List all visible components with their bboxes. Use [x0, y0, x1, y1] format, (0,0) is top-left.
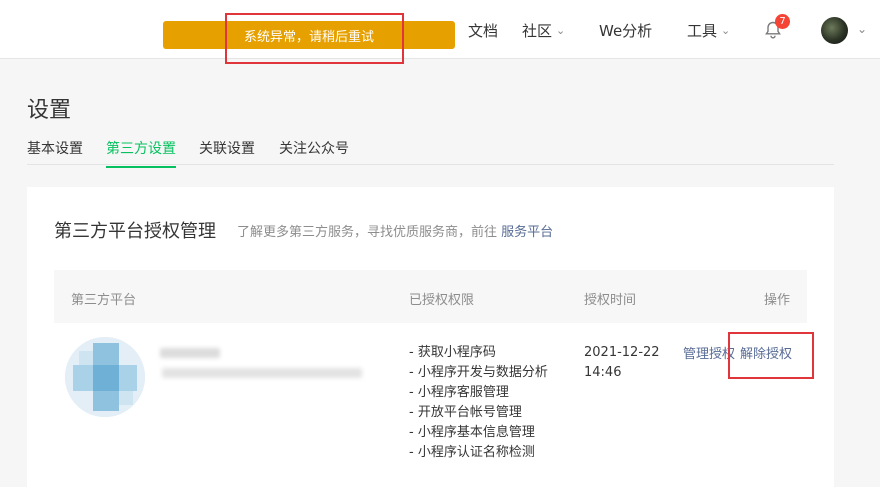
nav-docs-label: 文档	[468, 22, 499, 40]
nav-we-analysis[interactable]: We分析	[599, 20, 652, 41]
card-description: 了解更多第三方服务，寻找优质服务商，前往 服务平台	[237, 221, 553, 240]
page-title: 设置	[27, 98, 72, 123]
nav-we-analysis-label: We分析	[599, 22, 653, 40]
list-item: - 小程序认证名称检测	[409, 445, 535, 460]
nav-community-label: 社区	[522, 22, 553, 40]
nav-tools-label: 工具	[687, 22, 718, 40]
column-header-platform: 第三方平台	[71, 293, 137, 308]
column-header-time: 授权时间	[584, 293, 637, 308]
error-toast-text: 系统异常，请稍后重试	[243, 29, 374, 45]
tab-follow-official-account[interactable]: 关注公众号	[279, 138, 349, 166]
nav-docs[interactable]: 文档	[468, 20, 498, 41]
list-item: - 小程序客服管理	[409, 385, 509, 400]
column-header-actions: 操作	[764, 293, 791, 308]
nav-tools[interactable]: 工具 ⌄	[687, 20, 730, 41]
permission-list: - 获取小程序码 - 小程序开发与数据分析 - 小程序客服管理 - 开放平台帐号…	[409, 343, 548, 463]
third-party-platform-icon	[65, 337, 145, 417]
chevron-down-icon: ⌄	[556, 24, 566, 37]
column-header-permissions: 已授权权限	[409, 293, 475, 308]
tab-third-party-settings[interactable]: 第三方设置	[106, 138, 176, 168]
tab-association-settings[interactable]: 关联设置	[199, 138, 255, 166]
service-platform-link[interactable]: 服务平台	[501, 225, 553, 240]
error-toast: 系统异常，请稍后重试	[163, 21, 455, 49]
manage-authorization-link[interactable]: 管理授权	[683, 343, 735, 362]
settings-tabs: 基本设置 第三方设置 关联设置 关注公众号	[27, 138, 834, 168]
avatar[interactable]	[821, 17, 848, 44]
list-item: - 获取小程序码	[409, 345, 496, 360]
list-item: - 小程序开发与数据分析	[409, 365, 548, 380]
list-item: - 小程序基本信息管理	[409, 425, 535, 440]
list-item: - 开放平台帐号管理	[409, 405, 522, 420]
tab-basic-settings[interactable]: 基本设置	[27, 138, 83, 166]
chevron-down-icon[interactable]: ⌄	[857, 22, 867, 36]
authorization-time: 2021-12-22 14:46	[584, 345, 660, 380]
nav-community[interactable]: 社区 ⌄	[522, 20, 565, 41]
chevron-down-icon: ⌄	[721, 24, 731, 37]
revoke-authorization-link[interactable]: 解除授权	[740, 343, 792, 362]
notification-badge: 7	[775, 14, 790, 29]
table-header: 第三方平台 已授权权限 授权时间 操作	[54, 270, 807, 323]
third-party-auth-card: 第三方平台授权管理 了解更多第三方服务，寻找优质服务商，前往 服务平台 第三方平…	[27, 187, 834, 487]
card-description-text: 了解更多第三方服务，寻找优质服务商，前往	[237, 225, 498, 240]
card-title: 第三方平台授权管理	[54, 221, 216, 242]
